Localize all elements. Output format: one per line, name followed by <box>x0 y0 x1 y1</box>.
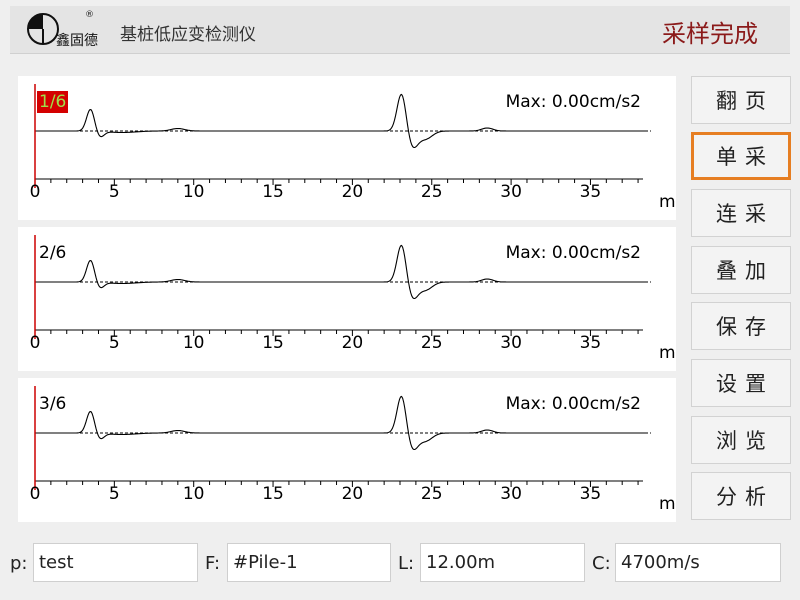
length-field[interactable]: 12.00m <box>420 543 585 582</box>
x-tick-label: 25 <box>420 484 443 504</box>
length-label: L: <box>398 553 415 574</box>
x-tick-label: 30 <box>500 333 522 353</box>
panel-label: 3/6 <box>39 394 67 414</box>
waveform-panel-3[interactable]: 3/6 Max: 0.00cm/s2 0 5 10 15 20 25 30 35 m <box>18 378 676 522</box>
x-tick-label: 15 <box>262 484 284 504</box>
logo-icon <box>27 13 59 45</box>
project-label: p: <box>10 553 28 574</box>
x-tick-label: 20 <box>341 182 364 202</box>
x-tick-label: 35 <box>579 182 602 202</box>
settings-button[interactable]: 设置 <box>691 359 791 407</box>
page-turn-button[interactable]: 翻页 <box>691 76 791 124</box>
axis-unit: m <box>659 343 676 363</box>
browse-button[interactable]: 浏览 <box>691 416 791 464</box>
analyze-button[interactable]: 分析 <box>691 472 791 520</box>
x-tick-label: 10 <box>182 182 205 202</box>
registered-mark: ® <box>85 10 94 20</box>
overlay-button[interactable]: 叠加 <box>691 246 791 294</box>
wave-speed-label: C: <box>592 553 611 574</box>
x-tick-label: 0 <box>29 333 41 353</box>
single-sample-button[interactable]: 单采 <box>691 132 791 180</box>
panel-label: 1/6 <box>37 91 69 113</box>
waveform-panel-1[interactable]: 1/6 Max: 0.00cm/s2 0 5 10 15 20 25 30 35 m <box>18 76 676 220</box>
title-bar: 鑫固德 ® 基桩低应变检测仪 采样完成 <box>10 6 790 54</box>
pile-field[interactable]: #Pile-1 <box>227 543 391 582</box>
wave-speed-field[interactable]: 4700m/s <box>615 543 781 582</box>
x-tick-label: 5 <box>108 484 120 504</box>
x-tick-label: 0 <box>29 484 41 504</box>
continuous-sample-button[interactable]: 连采 <box>691 189 791 237</box>
brand-name: 鑫固德 <box>56 33 98 49</box>
save-button[interactable]: 保存 <box>691 302 791 350</box>
x-tick-label: 25 <box>420 182 443 202</box>
x-tick-label: 0 <box>29 182 41 202</box>
x-tick-label: 20 <box>341 484 364 504</box>
axis-unit: m <box>659 494 676 514</box>
status-text: 采样完成 <box>662 20 758 48</box>
x-tick-label: 30 <box>500 484 522 504</box>
max-acceleration: Max: 0.00cm/s2 <box>505 394 641 414</box>
max-acceleration: Max: 0.00cm/s2 <box>505 92 641 112</box>
project-field[interactable]: test <box>33 543 198 582</box>
x-tick-label: 35 <box>579 333 602 353</box>
x-tick-label: 10 <box>182 333 205 353</box>
panel-label: 2/6 <box>39 243 67 263</box>
x-tick-label: 10 <box>182 484 205 504</box>
app-title: 基桩低应变检测仪 <box>120 25 256 45</box>
x-tick-label: 20 <box>341 333 364 353</box>
x-tick-label: 25 <box>420 333 443 353</box>
x-tick-label: 35 <box>579 484 602 504</box>
max-acceleration: Max: 0.00cm/s2 <box>505 243 641 263</box>
axis-unit: m <box>659 192 676 212</box>
x-tick-label: 5 <box>108 333 120 353</box>
x-tick-label: 30 <box>500 182 522 202</box>
x-tick-label: 5 <box>108 182 120 202</box>
x-tick-label: 15 <box>262 182 284 202</box>
waveform-panel-2[interactable]: 2/6 Max: 0.00cm/s2 0 5 10 15 20 25 30 35 m <box>18 227 676 371</box>
x-tick-label: 15 <box>262 333 284 353</box>
pile-label: F: <box>205 553 221 574</box>
